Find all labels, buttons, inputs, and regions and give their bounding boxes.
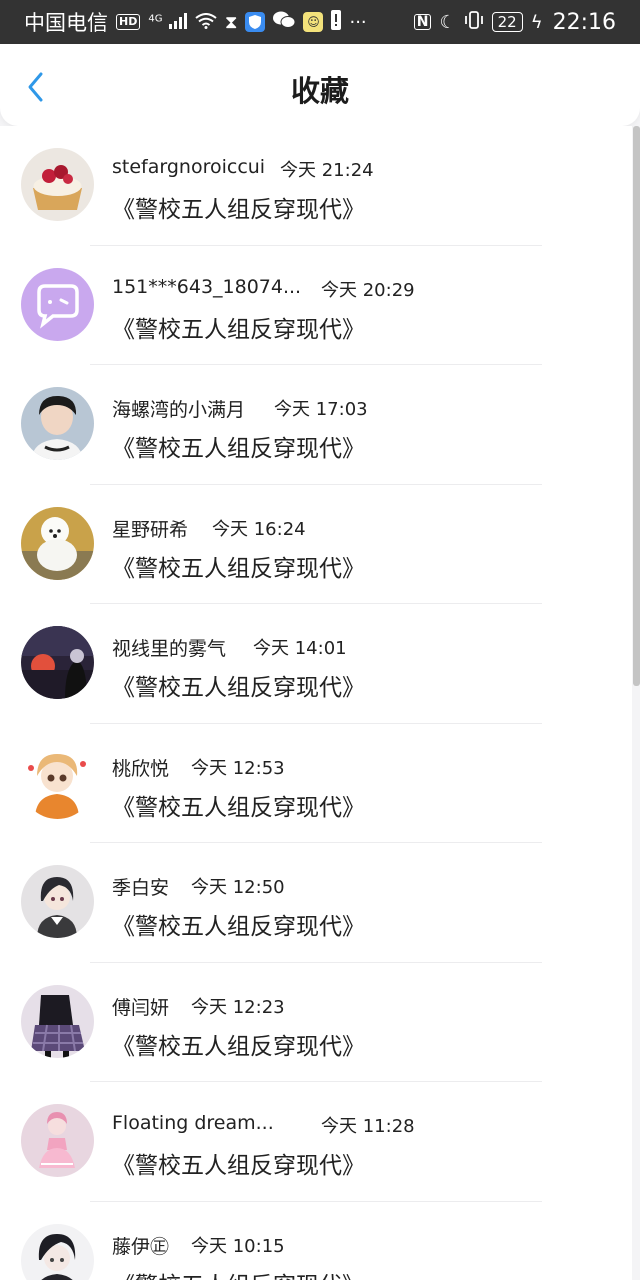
pink-doll-avatar[interactable] <box>21 1104 94 1177</box>
battery-level: 22 <box>491 12 523 32</box>
wifi-icon <box>195 10 217 34</box>
signal-icon: 4G <box>148 10 187 34</box>
book-title: 《警校五人组反穿现代》 <box>112 675 365 701</box>
book-title: 《警校五人组反穿现代》 <box>112 794 365 821</box>
user-name: 桃欣悦 <box>112 757 170 780</box>
timestamp: 今天 10:15 <box>191 1235 285 1257</box>
user-name: 视线里的雾气 <box>112 638 227 660</box>
book-title: 《警校五人组反穿现代》 <box>112 197 365 223</box>
user-name: 151***643_18074... <box>112 275 302 298</box>
book-title: 《警校五人组反穿现代》 <box>112 555 365 582</box>
list-item[interactable]: 海螺湾的小满月 今天 17:03 《警校五人组反穿现代》 <box>0 365 632 485</box>
book-title: 《警校五人组反穿现代》 <box>112 436 365 462</box>
user-name: Floating dream... <box>112 1112 274 1134</box>
timestamp: 今天 17:03 <box>274 399 368 420</box>
user-name: 星野研希 <box>112 518 189 541</box>
book-title: 《警校五人组反穿现代》 <box>112 914 365 940</box>
moon-icon: ☾ <box>439 11 456 33</box>
nfc-icon: N <box>413 14 432 30</box>
book-title: 《警校五人组反穿现代》 <box>112 316 365 343</box>
user-name: 藤伊㊣ <box>112 1235 170 1258</box>
list-item[interactable]: 季白安 今天 12:50 《警校五人组反穿现代》 <box>0 843 632 963</box>
hourglass-icon: ⧗ <box>224 11 238 33</box>
favorites-list[interactable]: stefargnoroiccui 今天 21:24 《警校五人组反穿现代》 15… <box>0 126 632 1280</box>
list-item[interactable]: Floating dream... 今天 11:28 《警校五人组反穿现代》 <box>0 1082 632 1202</box>
timestamp: 今天 16:24 <box>212 518 306 540</box>
white-dog-avatar[interactable] <box>21 506 94 580</box>
emoji-app-icon: ☺ <box>303 12 324 32</box>
book-title: 《警校五人组反穿现代》 <box>112 1266 365 1280</box>
anime-boy-avatar[interactable] <box>21 865 94 938</box>
book-title: 《警校五人组反穿现代》 <box>112 1153 365 1179</box>
plaid-skirt-avatar[interactable] <box>21 984 94 1058</box>
timestamp: 今天 12:23 <box>191 996 285 1018</box>
charging-icon: ϟ <box>530 11 543 33</box>
list-item[interactable]: 桃欣悦 今天 12:53 《警校五人组反穿现代》 <box>0 724 632 843</box>
list-item[interactable]: 151***643_18074... 今天 20:29 《警校五人组反穿现代》 <box>0 246 632 365</box>
timestamp: 今天 14:01 <box>253 638 347 659</box>
page-title: 收藏 <box>290 74 349 108</box>
list-item[interactable]: 视线里的雾气 今天 14:01 《警校五人组反穿现代》 <box>0 604 632 724</box>
user-name: 海螺湾的小满月 <box>112 399 246 421</box>
status-bar: 中国电信 HD 4G ⧗ ☺ ··· N ☾ 22 ϟ 22:16 <box>0 0 640 44</box>
timestamp: 今天 12:53 <box>191 757 285 779</box>
wechat-icon <box>273 11 296 34</box>
timestamp: 今天 12:50 <box>191 877 285 898</box>
status-left: 中国电信 HD 4G ⧗ ☺ ··· <box>24 7 367 37</box>
list-item[interactable]: 藤伊㊣ 今天 10:15 《警校五人组反穿现代》 <box>0 1202 632 1280</box>
sunset-avatar[interactable] <box>21 626 94 699</box>
vibrate-icon <box>464 10 484 34</box>
boy-photo-avatar[interactable] <box>21 387 94 460</box>
default-chat-avatar[interactable] <box>21 267 94 341</box>
status-right: N ☾ 22 ϟ 22:16 <box>413 9 616 35</box>
cupcake-avatar[interactable] <box>21 148 94 221</box>
timestamp: 今天 11:28 <box>321 1116 415 1137</box>
timestamp: 今天 21:24 <box>280 160 374 181</box>
user-name: 季白安 <box>112 877 170 899</box>
hd-badge: HD <box>116 14 141 30</box>
scrollbar[interactable] <box>633 126 640 686</box>
alert-icon <box>331 9 342 35</box>
more-icon: ··· <box>349 11 367 33</box>
shield-app-icon <box>245 12 266 32</box>
user-name: stefargnoroiccui <box>112 156 266 178</box>
book-title: 《警校五人组反穿现代》 <box>112 1033 365 1060</box>
clock-time: 22:16 <box>552 9 616 35</box>
carrier-label: 中国电信 <box>24 11 108 35</box>
network-type: 4G <box>148 13 163 25</box>
anime-girl-orange-avatar[interactable] <box>21 745 94 819</box>
user-name: 傅闫妍 <box>112 996 170 1019</box>
page-header: 收藏 <box>0 44 640 126</box>
list-item[interactable]: 傅闫妍 今天 12:23 《警校五人组反穿现代》 <box>0 963 632 1082</box>
list-item[interactable]: stefargnoroiccui 今天 21:24 《警校五人组反穿现代》 <box>0 126 632 246</box>
timestamp: 今天 20:29 <box>321 279 415 301</box>
list-item[interactable]: 星野研希 今天 16:24 《警校五人组反穿现代》 <box>0 485 632 604</box>
dark-hair-anime-avatar[interactable] <box>21 1223 94 1280</box>
